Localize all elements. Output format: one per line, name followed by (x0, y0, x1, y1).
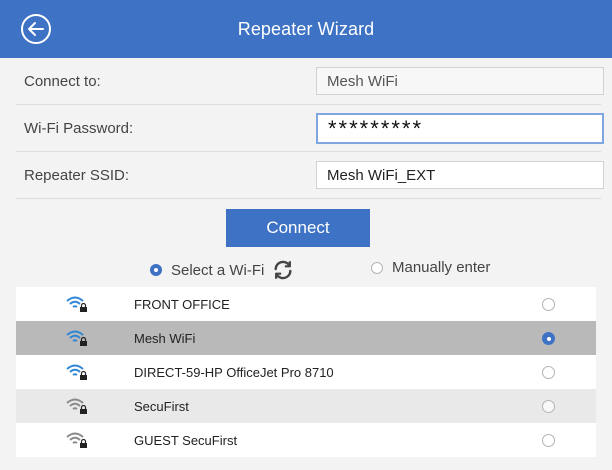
wifi-lock-icon (66, 296, 87, 312)
network-list: FRONT OFFICE Mesh WiFi DIRECT-59-HP Offi… (16, 287, 596, 457)
header-bar: Repeater Wizard (0, 0, 612, 58)
network-ssid: GUEST SecuFirst (134, 432, 238, 448)
settings-form: Connect to: Wi-Fi Password: Repeater SSI… (0, 58, 612, 199)
connect-to-field[interactable] (316, 67, 604, 95)
network-radio[interactable] (542, 298, 555, 311)
network-ssid: Mesh WiFi (134, 330, 196, 346)
password-row: Wi-Fi Password: (16, 105, 604, 152)
repeater-ssid-label: Repeater SSID: (24, 166, 130, 184)
manual-enter-label: Manually enter (392, 259, 491, 276)
manual-enter-radio[interactable] (371, 261, 383, 274)
network-row[interactable]: SecuFirst (16, 389, 596, 423)
back-arrow-icon[interactable] (20, 13, 52, 45)
network-ssid: SecuFirst (134, 398, 189, 414)
password-label: Wi-Fi Password: (24, 119, 134, 137)
mode-selector: Select a Wi-Fi Manually enter (0, 249, 612, 287)
refresh-icon[interactable] (272, 259, 294, 281)
select-wifi-option[interactable]: Select a Wi-Fi (150, 259, 294, 281)
wifi-lock-icon (66, 432, 87, 448)
wifi-lock-icon (66, 330, 87, 346)
network-ssid: FRONT OFFICE (134, 296, 230, 312)
select-wifi-radio[interactable] (150, 264, 162, 276)
network-radio[interactable] (542, 332, 555, 345)
select-wifi-label: Select a Wi-Fi (171, 261, 265, 279)
network-radio[interactable] (542, 434, 555, 447)
network-radio[interactable] (542, 400, 555, 413)
wifi-lock-icon (66, 398, 87, 414)
password-field[interactable] (316, 112, 604, 144)
network-row[interactable]: GUEST SecuFirst (16, 423, 596, 457)
repeater-ssid-row: Repeater SSID: (16, 152, 604, 199)
network-ssid: DIRECT-59-HP OfficeJet Pro 8710 (134, 364, 334, 380)
wifi-lock-icon (66, 364, 87, 380)
connect-to-label: Connect to: (24, 72, 101, 90)
network-row[interactable]: FRONT OFFICE (16, 287, 596, 321)
manual-enter-option[interactable]: Manually enter (371, 259, 490, 276)
network-radio[interactable] (542, 366, 555, 379)
connect-to-row: Connect to: (16, 58, 604, 105)
network-row[interactable]: DIRECT-59-HP OfficeJet Pro 8710 (16, 355, 596, 389)
repeater-ssid-field[interactable] (316, 161, 604, 189)
network-row[interactable]: Mesh WiFi (16, 321, 596, 355)
page-title: Repeater Wizard (237, 18, 375, 39)
connect-area: Connect (0, 199, 612, 249)
connect-button[interactable]: Connect (226, 209, 370, 247)
